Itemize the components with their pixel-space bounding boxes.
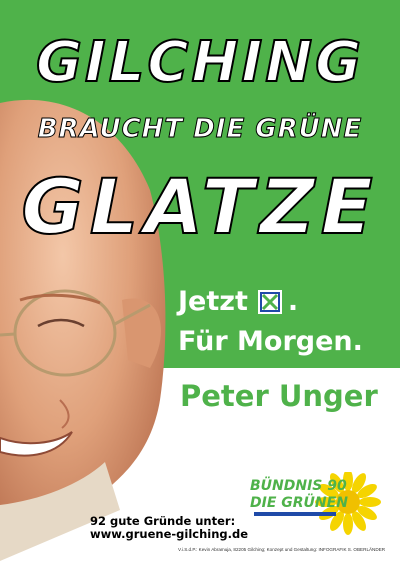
footer-reasons: 92 gute Gründe unter: www.gruene-gilchin…: [90, 515, 248, 541]
logo-line-1: BÜNDNIS 90: [250, 478, 347, 494]
party-logo-text: BÜNDNIS 90 DIE GRÜNEN: [250, 478, 348, 512]
ballot-cross-icon: [257, 289, 282, 314]
candidate-name: Peter Unger: [180, 379, 378, 413]
imprint-text: V.i.S.d.P.: Kevin Abramuja, 82205 Gilchi…: [178, 547, 386, 552]
election-poster: GILCHING BRAUCHT DIE GRÜNE GLATZE Jetzt …: [0, 0, 400, 561]
headline-line-2: BRAUCHT DIE GRÜNE: [37, 114, 363, 145]
headline-line-1: GILCHING: [35, 29, 365, 96]
logo-underline: [254, 512, 336, 516]
slogan-jetzt: Jetzt: [178, 286, 248, 317]
slogan-line-2: Für Morgen.: [178, 326, 363, 357]
website-link[interactable]: www.gruene-gilching.de: [90, 528, 248, 541]
slogan-line-1: Jetzt .: [178, 286, 298, 317]
headline-line-3: GLATZE: [20, 161, 379, 252]
slogan-period: .: [287, 286, 299, 317]
logo-line-2: DIE GRÜNEN: [250, 495, 348, 511]
